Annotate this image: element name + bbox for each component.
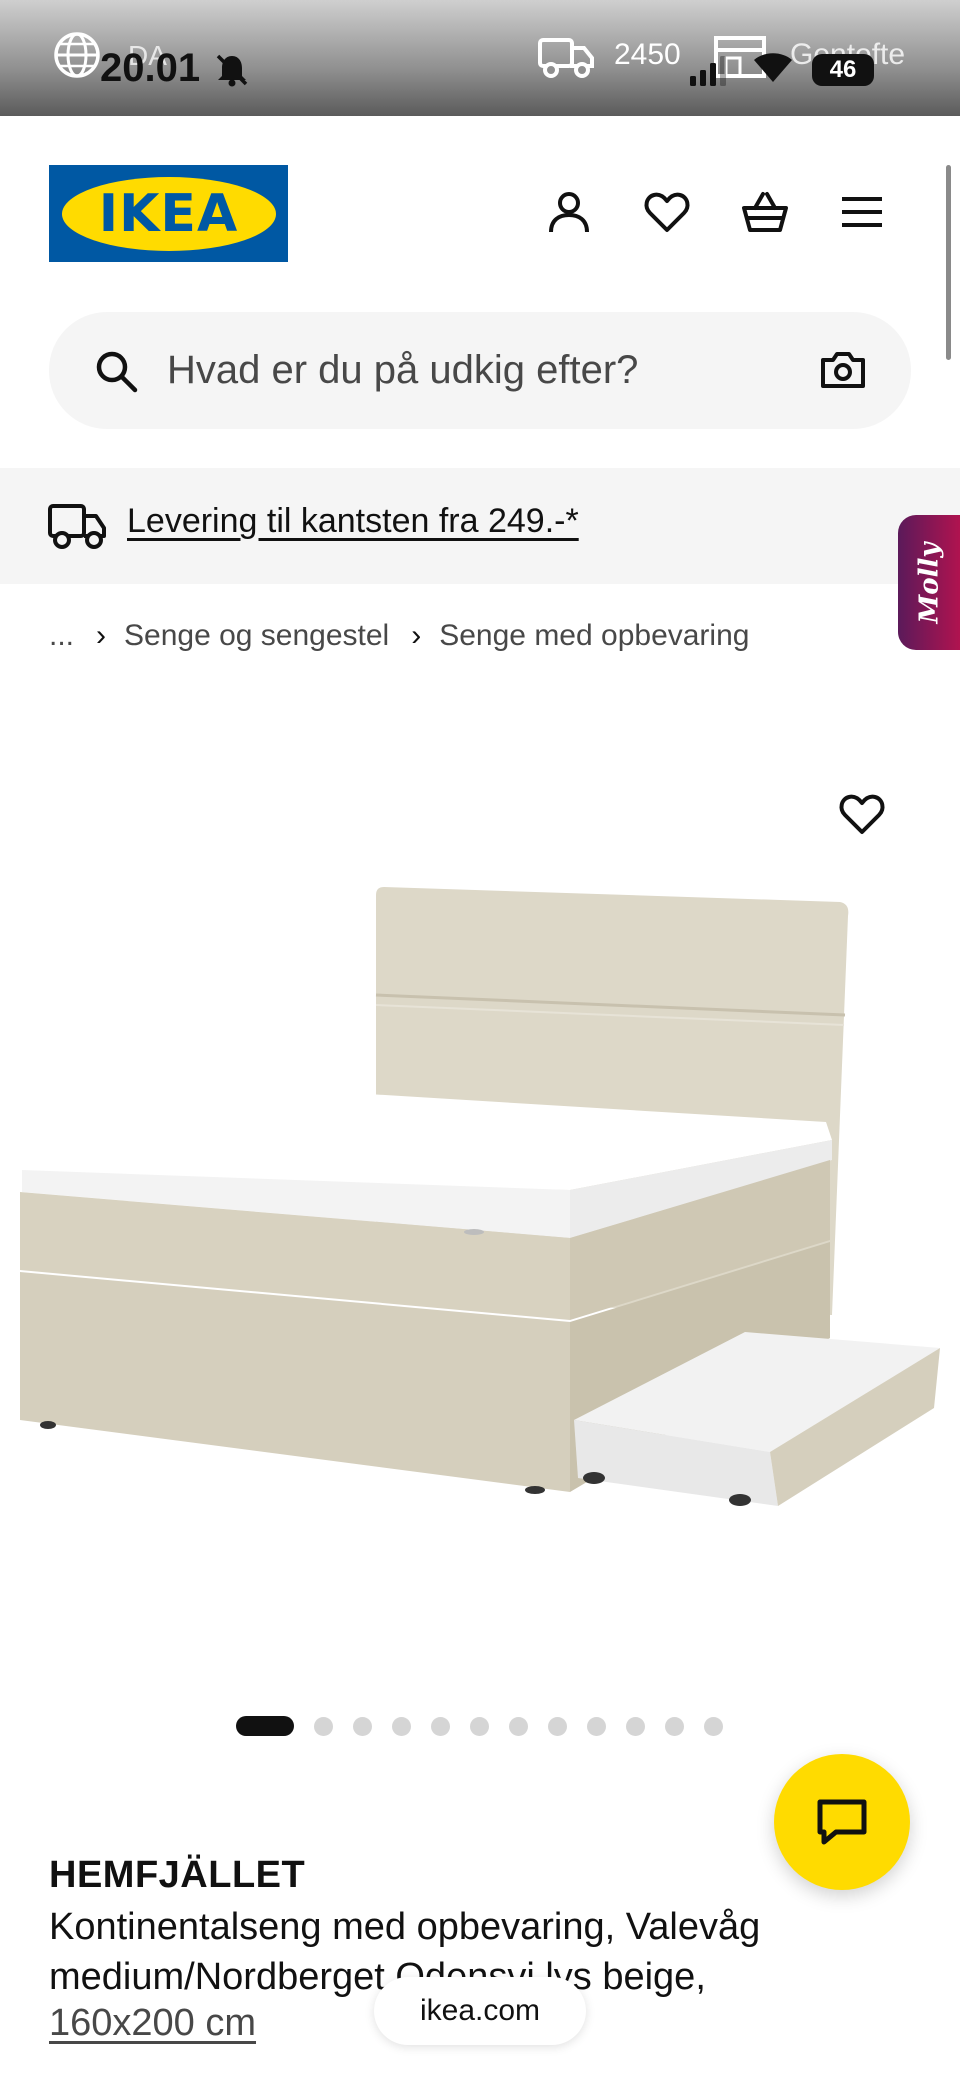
bell-muted-icon <box>216 54 248 87</box>
carousel-dot[interactable] <box>704 1716 723 1736</box>
battery-level: 46 <box>829 56 857 83</box>
delivery-info-link[interactable]: Levering til kantsten fra 249.-* <box>127 502 579 541</box>
logo-text: IKEA <box>98 183 239 244</box>
shopping-basket-icon[interactable] <box>741 188 789 236</box>
carousel-dot[interactable] <box>353 1716 372 1736</box>
breadcrumb-item-beds[interactable]: Senge og sengestel <box>124 619 389 653</box>
globe-icon <box>54 32 100 78</box>
molly-label: Molly <box>914 542 945 623</box>
chevron-right-icon: › <box>96 619 107 652</box>
browser-url-bar[interactable]: ikea.com <box>374 1977 586 2045</box>
heart-icon[interactable] <box>643 188 691 236</box>
logo-oval: IKEA <box>61 176 276 251</box>
product-size-link[interactable]: 160x200 cm <box>49 2002 256 2045</box>
carousel-dot[interactable] <box>665 1716 684 1736</box>
cell-signal-icon <box>690 56 726 86</box>
scrollbar-thumb[interactable] <box>946 165 951 360</box>
carousel-dot[interactable] <box>626 1716 645 1736</box>
hamburger-menu-icon[interactable] <box>838 188 886 236</box>
search-icon[interactable] <box>93 348 139 394</box>
delivery-truck-icon <box>48 504 106 549</box>
carousel-dot[interactable] <box>587 1716 606 1736</box>
carousel-dot[interactable] <box>509 1716 528 1736</box>
carousel-dot[interactable] <box>431 1716 450 1736</box>
carousel-dot[interactable] <box>548 1716 567 1736</box>
delivery-truck-icon[interactable] <box>538 34 594 80</box>
postal-code[interactable]: 2450 <box>614 38 681 72</box>
add-to-favourites-icon[interactable] <box>838 790 886 838</box>
chevron-right-icon: › <box>411 619 422 652</box>
breadcrumb: ... › Senge og sengestel › Senge med opb… <box>49 614 749 658</box>
carousel-dot[interactable] <box>470 1716 489 1736</box>
search-input[interactable]: Hvad er du på udkig efter? <box>167 348 638 393</box>
status-bar: DA 20.01 2450 Gentofte 46 <box>0 0 960 116</box>
product-image[interactable] <box>0 860 960 1540</box>
image-carousel-indicator <box>236 1714 743 1738</box>
search-bar[interactable]: Hvad er du på udkig efter? <box>49 312 911 429</box>
carousel-dot-active[interactable] <box>236 1716 294 1736</box>
battery-indicator: 46 <box>812 54 874 86</box>
account-icon[interactable] <box>545 188 593 236</box>
product-name: HEMFJÄLLET <box>49 1854 306 1896</box>
camera-search-icon[interactable] <box>819 346 867 394</box>
breadcrumb-ellipsis[interactable]: ... <box>49 619 74 653</box>
clock-time: 20.01 <box>100 46 201 90</box>
chat-button[interactable] <box>774 1754 910 1890</box>
delivery-banner: Levering til kantsten fra 249.-* <box>0 468 960 584</box>
chat-bubble-icon <box>817 1799 867 1845</box>
carousel-dot[interactable] <box>392 1716 411 1736</box>
ikea-logo[interactable]: IKEA <box>49 165 288 262</box>
wifi-icon <box>754 53 792 82</box>
breadcrumb-item-storage-beds[interactable]: Senge med opbevaring <box>439 619 749 653</box>
url-text: ikea.com <box>419 1994 541 2027</box>
carousel-dot[interactable] <box>314 1716 333 1736</box>
molly-chat-tab[interactable]: Molly <box>898 515 960 650</box>
